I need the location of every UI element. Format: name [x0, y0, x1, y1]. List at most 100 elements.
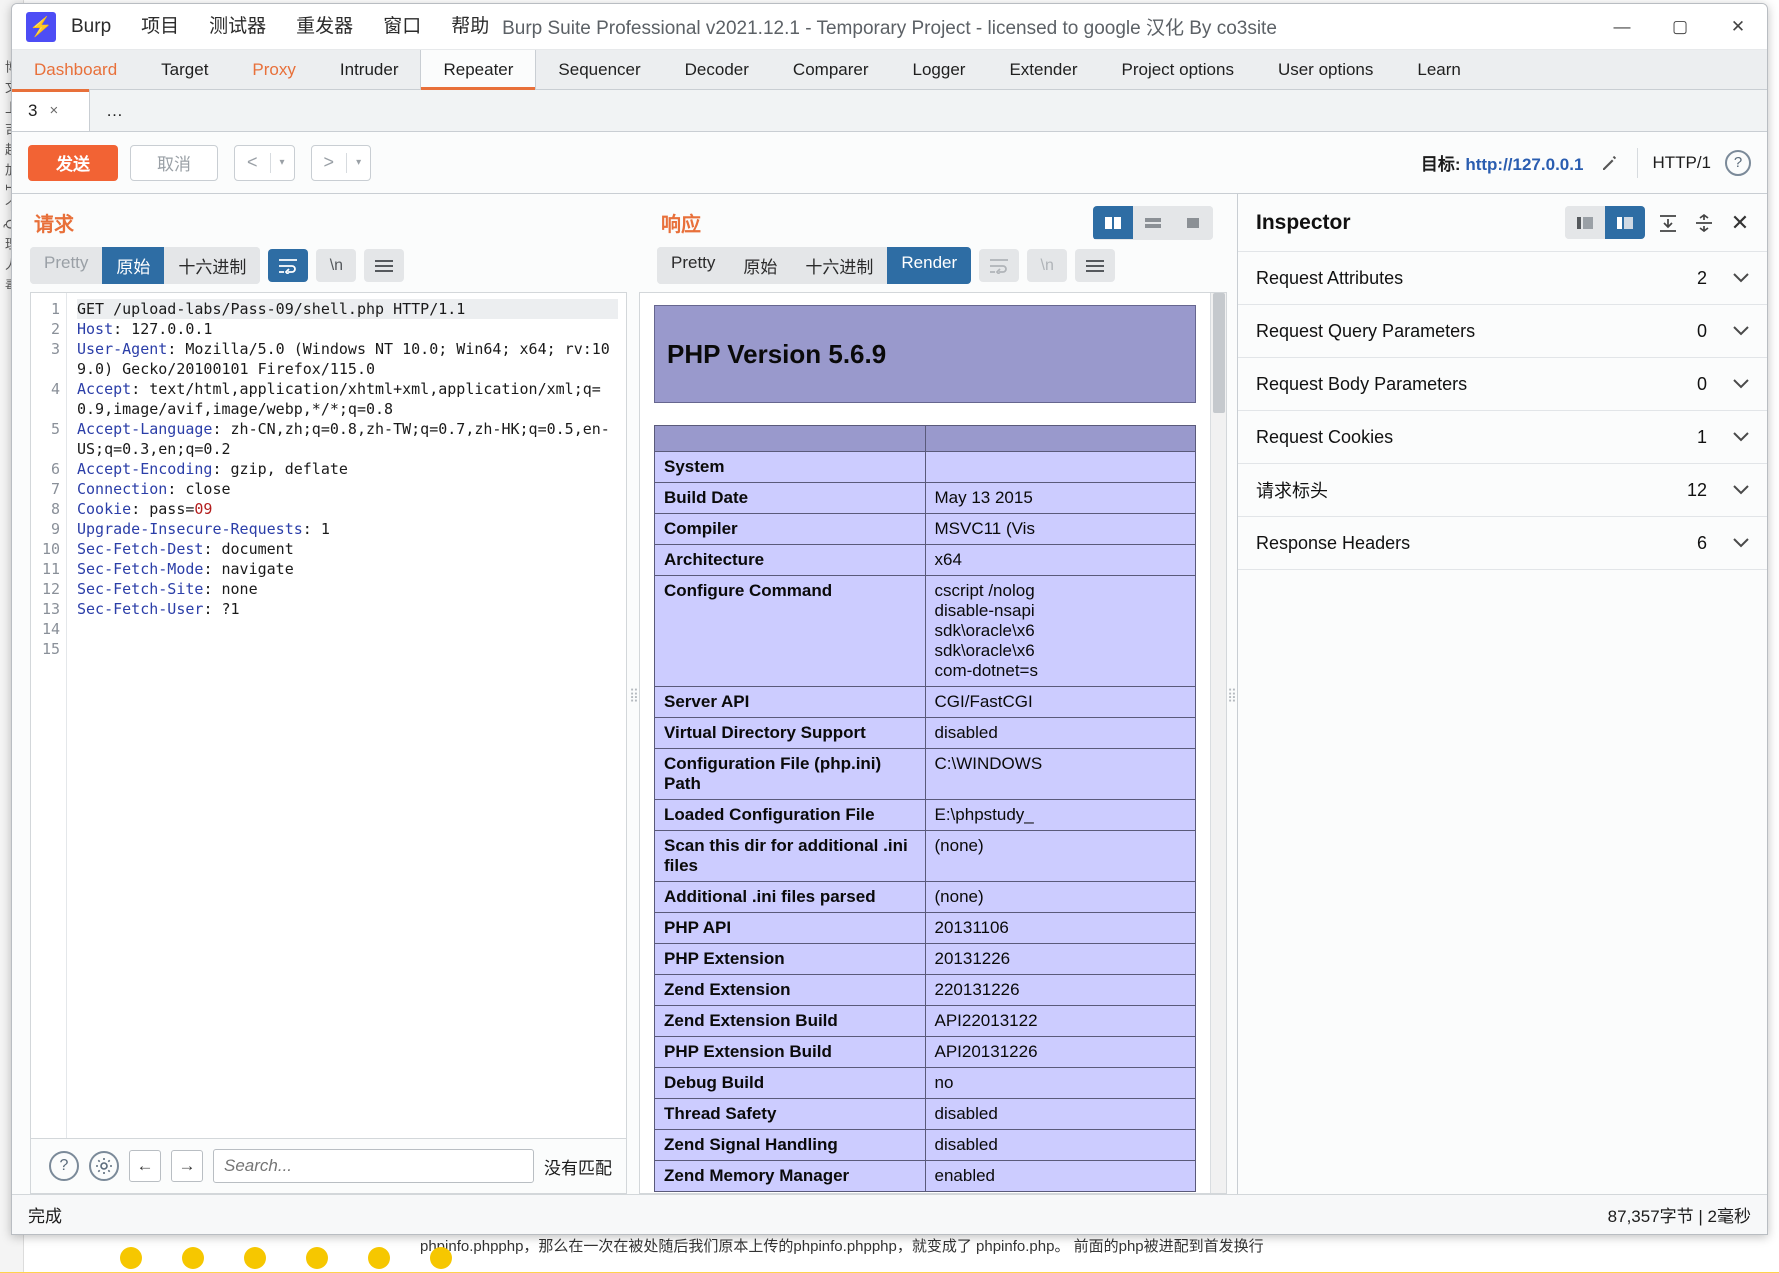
- menu-project[interactable]: 项目: [126, 4, 194, 50]
- help-icon[interactable]: ?: [49, 1151, 79, 1181]
- inspector-close-icon[interactable]: ✕: [1727, 210, 1753, 236]
- pane-divider-left[interactable]: ⣿: [629, 194, 639, 1194]
- hamburger-icon[interactable]: [1075, 249, 1116, 282]
- pencil-icon[interactable]: [1597, 150, 1623, 176]
- inspector-section-3[interactable]: Request Body Parameters 0: [1238, 357, 1767, 410]
- tab-user-options[interactable]: User options: [1256, 50, 1395, 89]
- phpinfo-value: (none): [924, 830, 1196, 882]
- table-row: Virtual Directory Support disabled: [654, 717, 1196, 749]
- pane-divider-right[interactable]: ⣿: [1227, 194, 1237, 1194]
- response-format-hex[interactable]: 十六进制: [791, 247, 888, 284]
- phpinfo-value: enabled: [924, 1160, 1196, 1192]
- collapse-all-icon[interactable]: [1691, 210, 1717, 236]
- cancel-button[interactable]: 取消: [130, 144, 218, 181]
- response-format-raw[interactable]: 原始: [729, 247, 792, 284]
- menu-intruder[interactable]: 测试器: [194, 4, 281, 50]
- menu-repeater[interactable]: 重发器: [281, 4, 368, 50]
- response-format-render[interactable]: Render: [887, 247, 972, 284]
- chevron-down-icon[interactable]: [1731, 323, 1751, 339]
- menu-window[interactable]: 窗口: [368, 4, 436, 50]
- expand-all-icon[interactable]: [1655, 210, 1681, 236]
- response-format-pretty[interactable]: Pretty: [657, 247, 730, 284]
- chevron-down-icon[interactable]: [1731, 376, 1751, 392]
- chevron-down-icon[interactable]: ▾: [347, 157, 370, 168]
- inspector-section-1[interactable]: Request Attributes 2: [1238, 251, 1767, 304]
- phpinfo-key: Zend Extension Build: [654, 1005, 926, 1037]
- phpinfo-value: 20131106: [924, 912, 1196, 944]
- word-wrap-icon[interactable]: [979, 249, 1020, 282]
- inspector-left-icon[interactable]: [1565, 206, 1605, 239]
- inspector-right-icon[interactable]: [1605, 206, 1645, 239]
- hamburger-icon[interactable]: [364, 249, 405, 282]
- inspector-section-5[interactable]: 请求标头 12: [1238, 463, 1767, 516]
- tab-decoder[interactable]: Decoder: [663, 50, 771, 89]
- tab-dashboard[interactable]: Dashboard: [12, 50, 139, 89]
- tab-comparer[interactable]: Comparer: [771, 50, 891, 89]
- maximize-button[interactable]: ▢: [1651, 4, 1709, 50]
- go-forward-button[interactable]: > ▾: [310, 144, 372, 181]
- search-input[interactable]: [213, 1149, 534, 1183]
- inspector-section-label: Request Cookies: [1256, 426, 1394, 447]
- chevron-down-icon[interactable]: [1731, 429, 1751, 445]
- header-name: Host: [77, 320, 114, 338]
- tab-target[interactable]: Target: [139, 50, 230, 89]
- chevron-down-icon[interactable]: [1731, 535, 1751, 551]
- chevron-down-icon[interactable]: [1731, 270, 1751, 286]
- menu-burp[interactable]: Burp: [56, 4, 126, 50]
- close-icon[interactable]: ×: [49, 102, 58, 119]
- request-format-raw[interactable]: 原始: [102, 247, 165, 284]
- go-back-button[interactable]: < ▾: [234, 144, 295, 181]
- newline-icon[interactable]: \n: [1027, 249, 1068, 282]
- phpinfo-key: Virtual Directory Support: [654, 717, 926, 749]
- search-next-button[interactable]: →: [171, 1150, 203, 1182]
- close-button[interactable]: ✕: [1709, 4, 1767, 50]
- split-vertical-icon[interactable]: [1093, 206, 1133, 239]
- help-icon[interactable]: ?: [1725, 149, 1751, 176]
- split-horizontal-icon[interactable]: [1133, 206, 1173, 239]
- tab-intruder[interactable]: Intruder: [318, 50, 421, 89]
- chevron-down-icon[interactable]: ▾: [271, 157, 294, 168]
- tab-learn[interactable]: Learn: [1395, 50, 1482, 89]
- request-format-hex[interactable]: 十六进制: [164, 247, 261, 284]
- inspector-section-count: 2: [1696, 267, 1707, 288]
- table-row: Architecture x64: [654, 544, 1196, 576]
- tab-extender[interactable]: Extender: [987, 50, 1099, 89]
- http-version-label[interactable]: HTTP/1: [1652, 153, 1711, 173]
- inspector-section-label: Response Headers: [1256, 532, 1411, 553]
- phpinfo-key: Debug Build: [654, 1067, 926, 1099]
- inspector-section-2[interactable]: Request Query Parameters 0: [1238, 304, 1767, 357]
- repeater-tab-new[interactable]: …: [90, 90, 168, 131]
- php-version-banner: PHP Version 5.6.9: [654, 305, 1196, 403]
- tab-proxy[interactable]: Proxy: [230, 50, 317, 89]
- response-scrollbar[interactable]: [1210, 293, 1226, 1193]
- request-format-pretty[interactable]: Pretty: [30, 247, 103, 284]
- editor-panes: 请求 Pretty 原始 十六进制 \n 123 4 5 6 7 8 9 10 11 12 1…: [12, 194, 1767, 1194]
- line-number: 14: [41, 620, 60, 638]
- newline-icon[interactable]: \n: [316, 249, 357, 282]
- tab-sequencer[interactable]: Sequencer: [536, 50, 662, 89]
- phpinfo-key: Zend Signal Handling: [654, 1129, 926, 1161]
- word-wrap-icon[interactable]: [268, 249, 309, 282]
- send-button[interactable]: 发送: [28, 144, 118, 181]
- line-number: 3: [50, 340, 60, 358]
- request-body-text[interactable]: GET /upload-labs/Pass-09/shell.php HTTP/…: [67, 293, 626, 1138]
- tab-repeater[interactable]: Repeater: [420, 50, 537, 90]
- inspector-section-6[interactable]: Response Headers 6: [1238, 516, 1767, 569]
- header-name: User-Agent: [77, 340, 168, 358]
- menu-help[interactable]: 帮助: [436, 4, 504, 50]
- search-prev-button[interactable]: ←: [129, 1150, 161, 1182]
- gear-icon[interactable]: [89, 1151, 119, 1181]
- single-pane-icon[interactable]: [1173, 206, 1213, 239]
- scrollbar-thumb[interactable]: [1213, 293, 1225, 413]
- phpinfo-key: PHP Extension Build: [654, 1036, 926, 1068]
- request-editor[interactable]: 123 4 5 6 7 8 9 10 11 12 13 14 15 GET /upload-lab…: [30, 292, 627, 1138]
- response-render-view[interactable]: PHP Version 5.6.9 System Build Date May 13…: [639, 292, 1227, 1194]
- inspector-section-4[interactable]: Request Cookies 1: [1238, 410, 1767, 463]
- minimize-button[interactable]: —: [1593, 4, 1651, 50]
- request-line: Host: 127.0.0.1: [77, 320, 213, 338]
- chevron-down-icon[interactable]: [1731, 482, 1751, 498]
- phpinfo-value: (none): [924, 881, 1196, 913]
- tab-project-options[interactable]: Project options: [1100, 50, 1256, 89]
- tab-logger[interactable]: Logger: [891, 50, 988, 89]
- repeater-tab-3[interactable]: 3 ×: [12, 89, 90, 131]
